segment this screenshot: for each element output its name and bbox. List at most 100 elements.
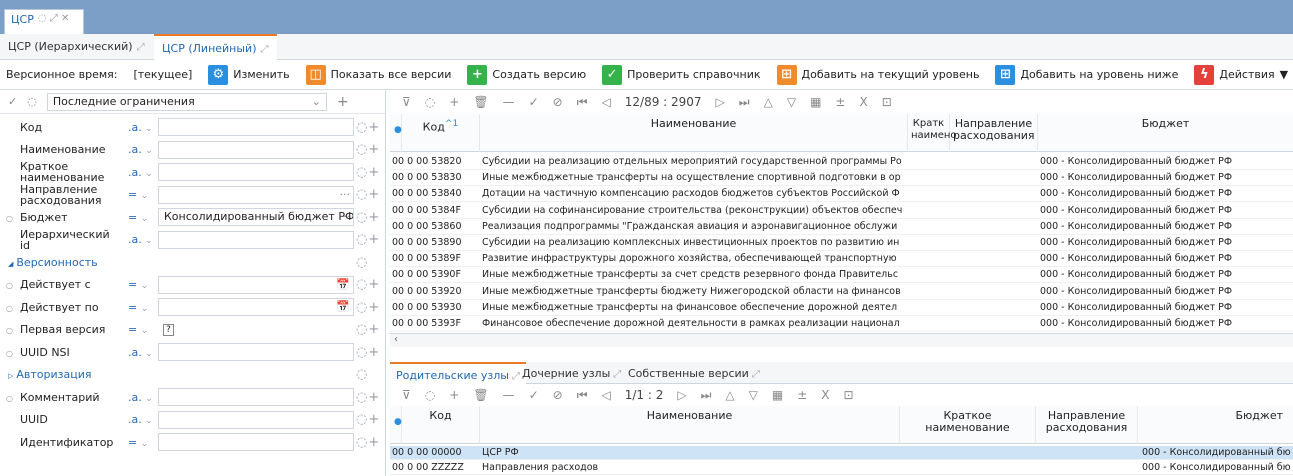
col-name[interactable]: Наименование bbox=[480, 114, 908, 152]
tab-own-versions[interactable]: Собственные версии ⤢ bbox=[622, 362, 766, 384]
filter-actions[interactable]: ◌+ bbox=[356, 345, 380, 360]
col-code[interactable]: Код^1 bbox=[402, 114, 480, 152]
filter-input[interactable] bbox=[158, 118, 354, 136]
col-budget[interactable]: Бюджет bbox=[1138, 406, 1293, 444]
filter-preset-select[interactable]: Последние ограничения ⌄ bbox=[46, 92, 327, 111]
next-icon[interactable]: ▷ bbox=[716, 95, 725, 109]
add-icon[interactable]: + bbox=[449, 388, 459, 402]
show-all-versions-button[interactable]: ◫ Показать все версии bbox=[305, 64, 451, 85]
group-version[interactable]: Версионность◌ bbox=[0, 251, 385, 273]
filter-actions[interactable]: ◌+ bbox=[356, 187, 380, 202]
actions-menu[interactable]: ϟ Действия ▼ bbox=[1194, 64, 1288, 85]
first-page-icon[interactable]: ⏮ bbox=[577, 388, 588, 403]
table-row[interactable]: 00 0 00 53920 Иные межбюджетные трансферт… bbox=[390, 284, 1293, 300]
refresh-icon[interactable]: ◌ bbox=[425, 95, 435, 109]
delete-icon[interactable]: 🗑 bbox=[473, 95, 488, 109]
filter-input[interactable] bbox=[158, 343, 354, 361]
picker-icon[interactable]: ··· bbox=[340, 188, 351, 201]
filter-input[interactable] bbox=[158, 388, 354, 406]
next-icon[interactable]: ▷ bbox=[677, 388, 686, 402]
columns-icon[interactable]: ▦ bbox=[810, 95, 821, 109]
col-budget[interactable]: Бюджет bbox=[1038, 114, 1293, 152]
last-page-icon[interactable]: ⏭ bbox=[739, 95, 750, 110]
filter-input[interactable]: ··· bbox=[158, 185, 354, 204]
filter-operator[interactable]: .a. ⌄ bbox=[128, 121, 153, 134]
table-row[interactable]: 00 0 00 53840 Дотации на частичную компен… bbox=[390, 186, 1293, 203]
filter-operator[interactable]: .a. ⌄ bbox=[128, 346, 153, 359]
export-icon[interactable]: ⊡ bbox=[882, 95, 892, 109]
export-icon[interactable]: ⊡ bbox=[844, 388, 854, 402]
filter-input[interactable] bbox=[158, 140, 354, 159]
reset-icon[interactable]: ◌ bbox=[356, 367, 368, 382]
filter-operator[interactable]: = ⌄ bbox=[128, 436, 148, 449]
filter-operator[interactable]: = ⌄ bbox=[128, 211, 148, 224]
filter-operator[interactable]: = ⌄ bbox=[128, 323, 148, 336]
move-up-icon[interactable]: △ bbox=[764, 95, 773, 109]
delete-icon[interactable]: 🗑 bbox=[473, 388, 488, 402]
expand-icon[interactable]: ± bbox=[797, 388, 807, 402]
move-up-icon[interactable]: △ bbox=[725, 388, 734, 402]
filter-operator[interactable]: = ⌄ bbox=[128, 188, 148, 201]
first-page-icon[interactable]: ⏮ bbox=[577, 95, 588, 110]
reset-icon[interactable]: ◌ bbox=[27, 95, 37, 108]
excel-icon[interactable]: X bbox=[821, 388, 829, 402]
picker-icon[interactable]: 📅 bbox=[336, 300, 350, 313]
filter-input[interactable]: 📅 bbox=[158, 275, 354, 294]
table-row[interactable]: 00 0 00 00000 ЦСР РФ 000 - Консолидированн… bbox=[390, 446, 1293, 460]
filter-icon[interactable]: ⊽ bbox=[402, 388, 411, 402]
filter-input[interactable] bbox=[158, 163, 354, 181]
apply-check-icon[interactable]: ✓ bbox=[8, 95, 17, 108]
filter-operator[interactable]: .a. ⌄ bbox=[128, 413, 153, 426]
filter-input[interactable] bbox=[158, 230, 354, 249]
check-directory-button[interactable]: ✓ Проверить справочник bbox=[602, 64, 761, 85]
confirm-icon[interactable]: ✓ bbox=[529, 388, 539, 402]
filter-operator[interactable]: = ⌄ bbox=[128, 301, 148, 314]
table-row[interactable]: 00 0 00 ZZZZZ Направления расходов 000 - К… bbox=[390, 461, 1293, 475]
filter-input[interactable]: 📅 bbox=[158, 298, 354, 316]
filter-operator[interactable]: = ⌄ bbox=[128, 278, 148, 291]
filter-input[interactable] bbox=[158, 410, 354, 429]
col-direction[interactable]: Направление расходования bbox=[950, 114, 1038, 152]
filter-actions[interactable]: ◌+ bbox=[356, 412, 380, 427]
filter-actions[interactable]: ◌+ bbox=[356, 232, 380, 247]
filter-actions[interactable]: ◌+ bbox=[356, 277, 380, 292]
expand-icon[interactable]: ± bbox=[835, 95, 845, 109]
horizontal-scrollbar[interactable]: ‹ bbox=[390, 333, 1293, 347]
group-auth[interactable]: Авторизация◌ bbox=[0, 364, 385, 386]
table-row[interactable]: 00 0 00 53860 Реализация подпрограммы "Гр… bbox=[390, 219, 1293, 235]
filter-actions[interactable]: ◌+ bbox=[356, 210, 380, 225]
prev-icon[interactable]: ◁ bbox=[602, 95, 611, 109]
filter-operator[interactable]: .a. ⌄ bbox=[128, 233, 153, 246]
add-current-level-button[interactable]: ⊞ Добавить на текущий уровень bbox=[776, 64, 979, 85]
col-direction[interactable]: Направление расходования bbox=[1036, 406, 1138, 444]
create-version-button[interactable]: + Создать версию bbox=[467, 64, 586, 85]
add-lower-level-button[interactable]: ⊞ Добавить на уровень ниже bbox=[995, 64, 1178, 85]
filter-input[interactable] bbox=[158, 433, 354, 451]
cancel-icon[interactable]: ⊘ bbox=[553, 388, 563, 402]
excel-icon[interactable]: X bbox=[859, 95, 867, 109]
col-name[interactable]: Наименование bbox=[480, 406, 900, 444]
picker-icon[interactable]: 📅 bbox=[336, 278, 350, 291]
minus-icon[interactable]: — bbox=[503, 95, 515, 109]
tab-hierarchical[interactable]: ЦСР (Иерархический) ⤢ bbox=[0, 34, 153, 60]
columns-icon[interactable]: ▦ bbox=[772, 388, 783, 402]
filter-actions[interactable]: ◌+ bbox=[356, 142, 380, 157]
scroll-left-icon[interactable]: ‹ bbox=[394, 334, 398, 345]
document-tab[interactable]: ЦСР ◌ ⤢ ✕ bbox=[4, 9, 84, 34]
table-row[interactable]: 00 0 00 5393F Финансовое обеспечение доро… bbox=[390, 316, 1293, 332]
filter-checkbox[interactable]: ? bbox=[158, 321, 354, 339]
prev-icon[interactable]: ◁ bbox=[602, 388, 611, 402]
picker-icon[interactable]: ··· bbox=[340, 210, 351, 223]
filter-actions[interactable]: ◌+ bbox=[356, 300, 380, 315]
filter-input[interactable]: Консолидированный бюджет РФ ··· bbox=[158, 208, 354, 226]
col-code[interactable]: Код bbox=[402, 406, 480, 444]
document-tab-icons[interactable]: ◌ ⤢ ✕ bbox=[38, 13, 69, 31]
tab-linear[interactable]: ЦСР (Линейный) ⤢ bbox=[154, 34, 277, 60]
table-row[interactable]: 00 0 00 53820 Субсидии на реализацию отде… bbox=[390, 154, 1293, 170]
table-row[interactable]: 00 0 00 5389F Развитие инфраструктуры дор… bbox=[390, 251, 1293, 268]
col-short-name[interactable]: Кратк наимено bbox=[908, 114, 957, 152]
confirm-icon[interactable]: ✓ bbox=[529, 95, 539, 109]
refresh-icon[interactable]: ◌ bbox=[425, 388, 435, 402]
filter-icon[interactable]: ⊽ bbox=[402, 95, 411, 109]
table-row[interactable]: 00 0 00 5384F Субсидии на софинансировани… bbox=[390, 203, 1293, 219]
